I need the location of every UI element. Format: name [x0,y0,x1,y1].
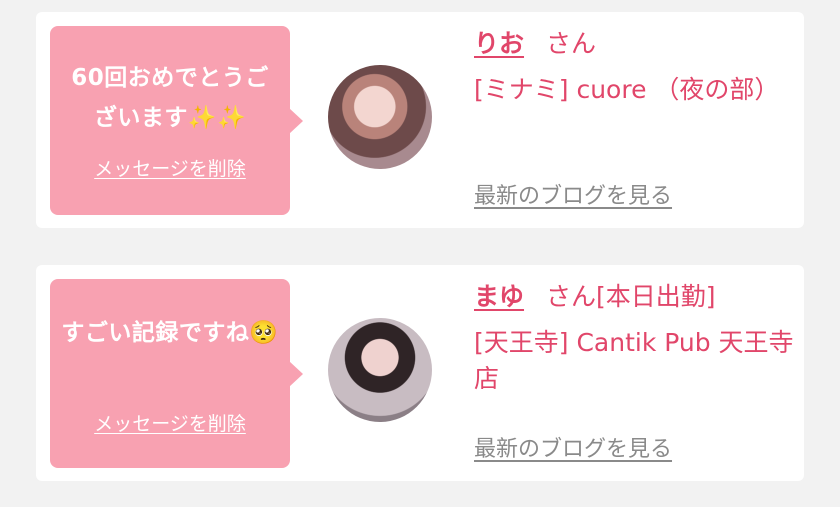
name-suffix: さん [546,29,597,58]
shop-name: [天王寺] Cantik Pub 天王寺店 [474,328,794,393]
message-card: 60回おめでとうございます✨✨ メッセージを削除 りお さん [ミナミ] cuor… [36,12,804,228]
shop-name: [ミナミ] cuore （夜の部） [474,75,780,104]
message-card: すごい記録ですね🥺 メッセージを削除 まゆ さん[本日出勤] [天王寺] Cant… [36,265,804,481]
message-text: 60回おめでとうございます✨✨ [71,65,269,131]
profile-info: りお さん [ミナミ] cuore （夜の部） [474,26,794,108]
latest-blog-link[interactable]: 最新のブログを見る [474,178,672,210]
delete-message-link[interactable]: メッセージを削除 [50,409,290,436]
message-bubble: 60回おめでとうございます✨✨ メッセージを削除 [50,26,303,215]
profile-name-link[interactable]: まゆ [474,282,524,311]
latest-blog-link[interactable]: 最新のブログを見る [474,431,672,463]
name-line: りお さん [474,26,794,62]
name-line: まゆ さん[本日出勤] [474,279,794,315]
avatar[interactable] [328,65,432,169]
delete-message-link[interactable]: メッセージを削除 [50,154,290,181]
profile-name-link[interactable]: りお [474,29,524,58]
avatar[interactable] [328,318,432,422]
name-suffix: さん[本日出勤] [546,282,716,311]
message-text: すごい記録ですね🥺 [61,320,279,346]
profile-info: まゆ さん[本日出勤] [天王寺] Cantik Pub 天王寺店 [474,279,794,397]
message-bubble: すごい記録ですね🥺 メッセージを削除 [50,279,303,468]
